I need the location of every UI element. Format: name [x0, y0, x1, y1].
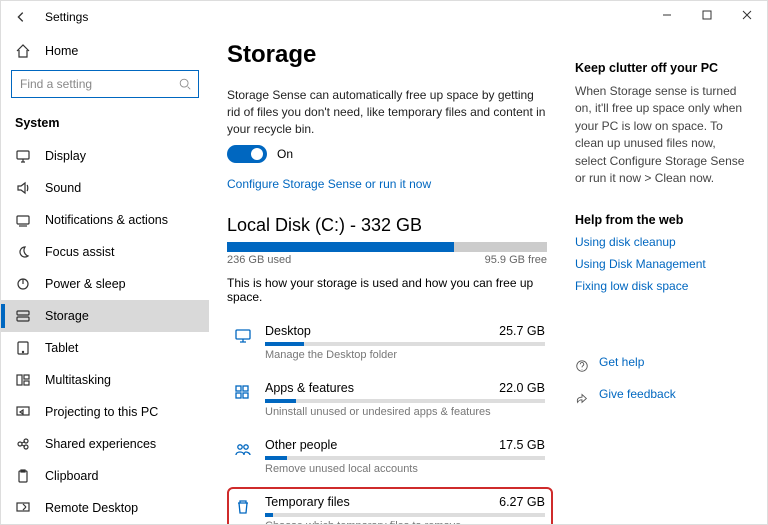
- usage-desc: This is how your storage is used and how…: [227, 276, 549, 304]
- sidebar: Home Find a setting System Display Sound N…: [1, 33, 209, 524]
- sidebar-item-remote-desktop[interactable]: Remote Desktop: [1, 492, 209, 524]
- storage-sense-toggle[interactable]: [227, 145, 267, 163]
- sidebar-item-projecting-to-this-pc[interactable]: Projecting to this PC: [1, 396, 209, 428]
- home-icon: [15, 43, 31, 59]
- sidebar-item-label: Clipboard: [45, 469, 99, 483]
- help-title: Help from the web: [575, 213, 753, 227]
- disk-title: Local Disk (C:) - 332 GB: [227, 215, 549, 236]
- feedback-row[interactable]: Give feedback: [575, 387, 753, 409]
- storage-category-desktop[interactable]: Desktop 25.7 GB Manage the Desktop folder: [227, 316, 553, 369]
- help-link[interactable]: Fixing low disk space: [575, 279, 753, 293]
- category-sub: Choose which temporary files to remove: [265, 520, 545, 524]
- sidebar-item-storage[interactable]: Storage: [1, 300, 209, 332]
- sidebar-item-sound[interactable]: Sound: [1, 172, 209, 204]
- category-bar: [265, 399, 545, 403]
- help-icon: [575, 359, 589, 373]
- get-help-row[interactable]: Get help: [575, 355, 753, 377]
- window-controls: [647, 1, 767, 29]
- maximize-button[interactable]: [687, 1, 727, 29]
- remote-icon: [15, 500, 31, 516]
- storage-category-other-people[interactable]: Other people 17.5 GB Remove unused local a…: [227, 430, 553, 483]
- sidebar-item-label: Sound: [45, 181, 81, 195]
- notifications-icon: [15, 212, 31, 228]
- window-title: Settings: [37, 10, 88, 24]
- category-sub: Uninstall unused or undesired apps & fea…: [265, 406, 545, 418]
- sidebar-item-label: Notifications & actions: [45, 213, 168, 227]
- category-sub: Manage the Desktop folder: [265, 349, 545, 361]
- right-panel: Keep clutter off your PC When Storage se…: [565, 33, 767, 524]
- tip-title: Keep clutter off your PC: [575, 61, 753, 75]
- sidebar-item-multitasking[interactable]: Multitasking: [1, 364, 209, 396]
- sidebar-item-label: Projecting to this PC: [45, 405, 158, 419]
- moon-icon: [15, 244, 31, 260]
- category-label: Other people: [265, 438, 337, 452]
- storage-category-temporary-files[interactable]: Temporary files 6.27 GB Choose which tempo…: [227, 487, 553, 524]
- sidebar-item-label: Focus assist: [45, 245, 114, 259]
- sidebar-item-label: Tablet: [45, 341, 78, 355]
- sidebar-item-label: Storage: [45, 309, 89, 323]
- get-help-label: Get help: [599, 355, 644, 369]
- category-size: 25.7 GB: [499, 324, 545, 338]
- sound-icon: [15, 180, 31, 196]
- category-sub: Remove unused local accounts: [265, 463, 545, 475]
- multitask-icon: [15, 372, 31, 388]
- sidebar-item-clipboard[interactable]: Clipboard: [1, 460, 209, 492]
- sidebar-item-label: Remote Desktop: [45, 501, 138, 515]
- tip-body: When Storage sense is turned on, it'll f…: [575, 83, 745, 187]
- people-icon: [233, 440, 253, 460]
- sidebar-group-header: System: [1, 108, 209, 140]
- clipboard-icon: [15, 468, 31, 484]
- sidebar-item-label: Shared experiences: [45, 437, 156, 451]
- sidebar-item-power-sleep[interactable]: Power & sleep: [1, 268, 209, 300]
- feedback-label: Give feedback: [599, 387, 676, 401]
- search-icon: [178, 77, 192, 91]
- project-icon: [15, 404, 31, 420]
- disk-usage-bar: [227, 242, 547, 252]
- apps-icon: [233, 383, 253, 403]
- configure-link[interactable]: Configure Storage Sense or run it now: [227, 177, 431, 191]
- sidebar-item-shared-experiences[interactable]: Shared experiences: [1, 428, 209, 460]
- toggle-label: On: [277, 147, 293, 161]
- back-button[interactable]: [5, 1, 37, 33]
- search-input[interactable]: Find a setting: [11, 70, 199, 98]
- desktop-icon: [233, 326, 253, 346]
- category-bar: [265, 513, 545, 517]
- page-heading: Storage: [227, 41, 549, 69]
- category-bar: [265, 342, 545, 346]
- disk-free-label: 95.9 GB free: [485, 254, 547, 266]
- minimize-button[interactable]: [647, 1, 687, 29]
- disk-used-label: 236 GB used: [227, 254, 291, 266]
- sidebar-item-focus-assist[interactable]: Focus assist: [1, 236, 209, 268]
- sidebar-item-label: Multitasking: [45, 373, 111, 387]
- power-icon: [15, 276, 31, 292]
- feedback-icon: [575, 391, 589, 405]
- sidebar-home-label: Home: [45, 44, 78, 58]
- category-size: 6.27 GB: [499, 495, 545, 509]
- sidebar-item-tablet[interactable]: Tablet: [1, 332, 209, 364]
- search-placeholder: Find a setting: [20, 77, 92, 91]
- help-link[interactable]: Using Disk Management: [575, 257, 753, 271]
- shared-icon: [15, 436, 31, 452]
- sidebar-item-label: Power & sleep: [45, 277, 126, 291]
- sidebar-item-display[interactable]: Display: [1, 140, 209, 172]
- storage-icon: [15, 308, 31, 324]
- storage-category-apps-features[interactable]: Apps & features 22.0 GB Uninstall unused o…: [227, 373, 553, 426]
- trash-icon: [233, 497, 253, 517]
- category-label: Apps & features: [265, 381, 354, 395]
- category-size: 22.0 GB: [499, 381, 545, 395]
- display-icon: [15, 148, 31, 164]
- sidebar-home[interactable]: Home: [1, 37, 209, 64]
- category-label: Temporary files: [265, 495, 350, 509]
- sidebar-item-notifications-actions[interactable]: Notifications & actions: [1, 204, 209, 236]
- close-button[interactable]: [727, 1, 767, 29]
- category-bar: [265, 456, 545, 460]
- help-link[interactable]: Using disk cleanup: [575, 235, 753, 249]
- category-label: Desktop: [265, 324, 311, 338]
- sidebar-item-label: Display: [45, 149, 86, 163]
- main-panel: Storage Storage Sense can automatically …: [209, 33, 565, 524]
- storage-sense-desc: Storage Sense can automatically free up …: [227, 87, 549, 137]
- tablet-icon: [15, 340, 31, 356]
- category-size: 17.5 GB: [499, 438, 545, 452]
